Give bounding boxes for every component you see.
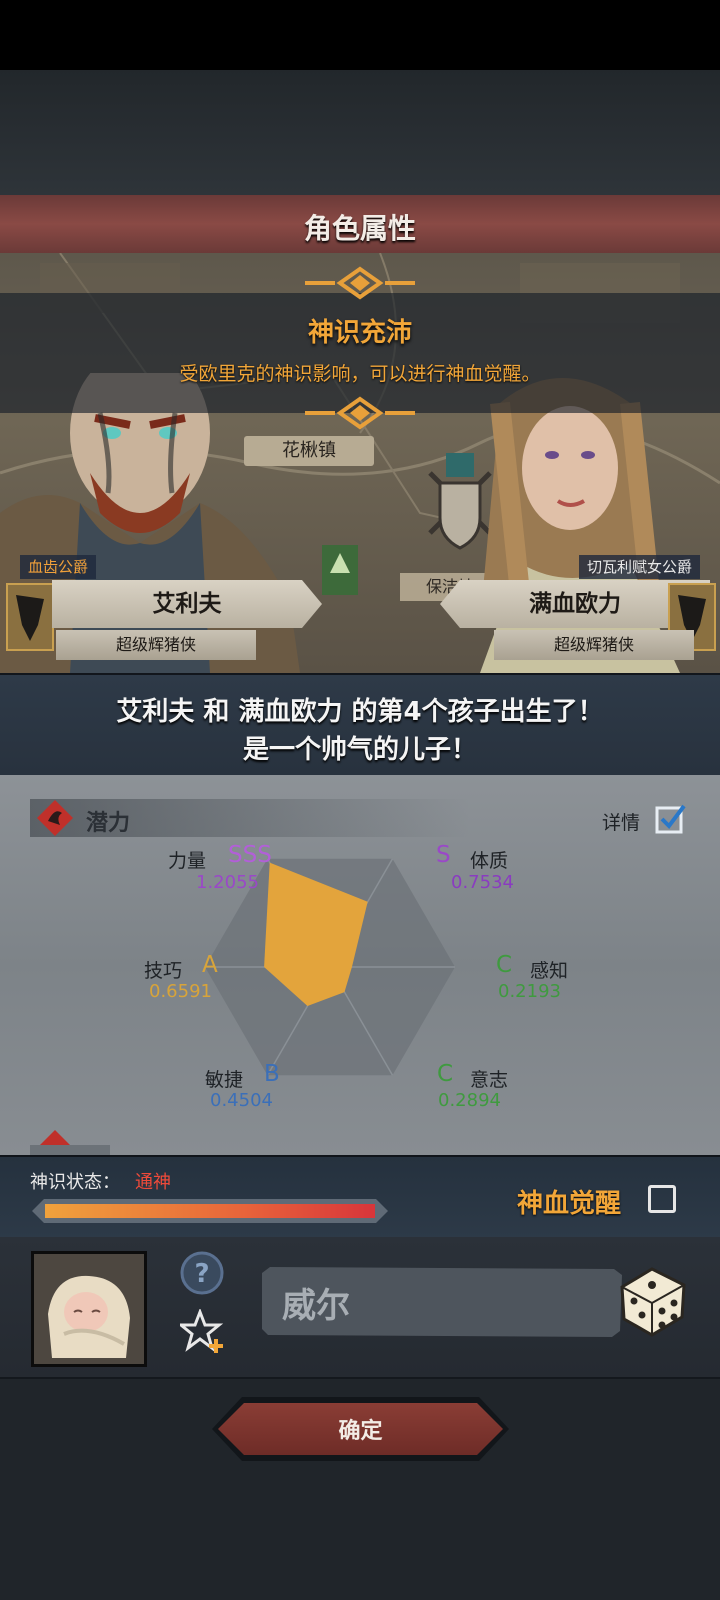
- page-title: 角色属性: [303, 212, 416, 245]
- divine-status-panel: 神识状态： 通神 神血觉醒: [0, 1155, 720, 1239]
- awaken-label: 神血觉醒: [517, 1189, 622, 1219]
- stat-agility-value: 0.4504: [210, 1090, 273, 1111]
- stat-constitution-name: 体质: [470, 850, 509, 872]
- stat-skill-name: 技巧: [144, 960, 183, 982]
- banner-title: 神识充沛: [307, 318, 412, 348]
- stat-skill-grade: A: [202, 952, 218, 978]
- ornament-bottom-icon: [305, 396, 415, 430]
- stat-perception-grade: C: [496, 952, 513, 978]
- parents-scene: 花楸镇 保洁地 神识充沛 受欧里克的神识影响，可以进行神血觉醒。 血齿公爵 切瓦…: [0, 253, 720, 673]
- father-title: 血齿公爵: [20, 555, 97, 579]
- tree-banner-icon: [322, 545, 358, 595]
- stat-strength-grade: SSS: [228, 842, 272, 868]
- stat-willpower-value: 0.2894: [438, 1090, 501, 1111]
- stat-strength-name: 力量: [168, 850, 207, 872]
- stat-agility-grade: B: [264, 1061, 280, 1087]
- mother-subtitle: 超级辉猪侠: [494, 630, 694, 660]
- divine-progress-fill: [45, 1204, 375, 1218]
- stat-constitution-value: 0.7534: [451, 872, 514, 893]
- stat-perception-name: 感知: [530, 960, 569, 982]
- dice-icon[interactable]: [612, 1259, 692, 1339]
- stat-constitution-grade: S: [436, 842, 451, 868]
- svg-text:?: ?: [194, 1259, 209, 1289]
- next-section-icon: [30, 1130, 110, 1155]
- mother-title: 切瓦利赋女公爵: [578, 555, 700, 579]
- birth-message-line1: 艾利夫 和 满血欧力 的第4个孩子出生了！: [116, 697, 604, 727]
- birth-message: 艾利夫 和 满血欧力 的第4个孩子出生了！ 是一个帅气的儿子！: [0, 673, 720, 777]
- ornament-top-icon: [305, 266, 415, 300]
- status-bar: [0, 0, 720, 70]
- stat-perception-value: 0.2193: [498, 981, 561, 1002]
- stat-skill-value: 0.6591: [149, 981, 212, 1002]
- birth-message-line2: 是一个帅气的儿子！: [242, 735, 477, 765]
- header: 角色属性: [0, 195, 720, 256]
- divine-status-label: 神识状态：: [30, 1172, 120, 1193]
- star-plus-icon[interactable]: [180, 1309, 226, 1355]
- naming-panel: ?: [0, 1237, 720, 1379]
- backdrop: [0, 70, 720, 195]
- banner-description: 受欧里克的神识影响，可以进行神血觉醒。: [179, 363, 541, 385]
- stat-willpower-grade: C: [437, 1061, 454, 1087]
- potential-radar-chart: [205, 858, 455, 1076]
- stat-willpower-name: 意志: [470, 1069, 509, 1091]
- potential-panel: 潜力 详情 力量 SSS 1.2055 S 体质 0.7534 技巧 A 0.6…: [0, 775, 720, 1155]
- child-name-input[interactable]: [262, 1267, 622, 1337]
- father-subtitle: 超级辉猪侠: [56, 630, 256, 660]
- father-crest: [6, 583, 54, 651]
- footer: 确定: [0, 1379, 720, 1600]
- stat-strength-value: 1.2055: [196, 872, 259, 893]
- confirm-button[interactable]: 确定: [218, 1403, 503, 1455]
- awaken-checkbox[interactable]: [648, 1185, 676, 1213]
- stat-agility-name: 敏捷: [205, 1069, 244, 1091]
- divine-status-value: 通神: [135, 1172, 171, 1193]
- wolf-crest-icon: [16, 595, 44, 641]
- father-name[interactable]: 艾利夫: [52, 580, 322, 628]
- question-icon[interactable]: ?: [180, 1251, 224, 1295]
- baby-icon: [34, 1254, 144, 1364]
- baby-avatar: [31, 1251, 147, 1367]
